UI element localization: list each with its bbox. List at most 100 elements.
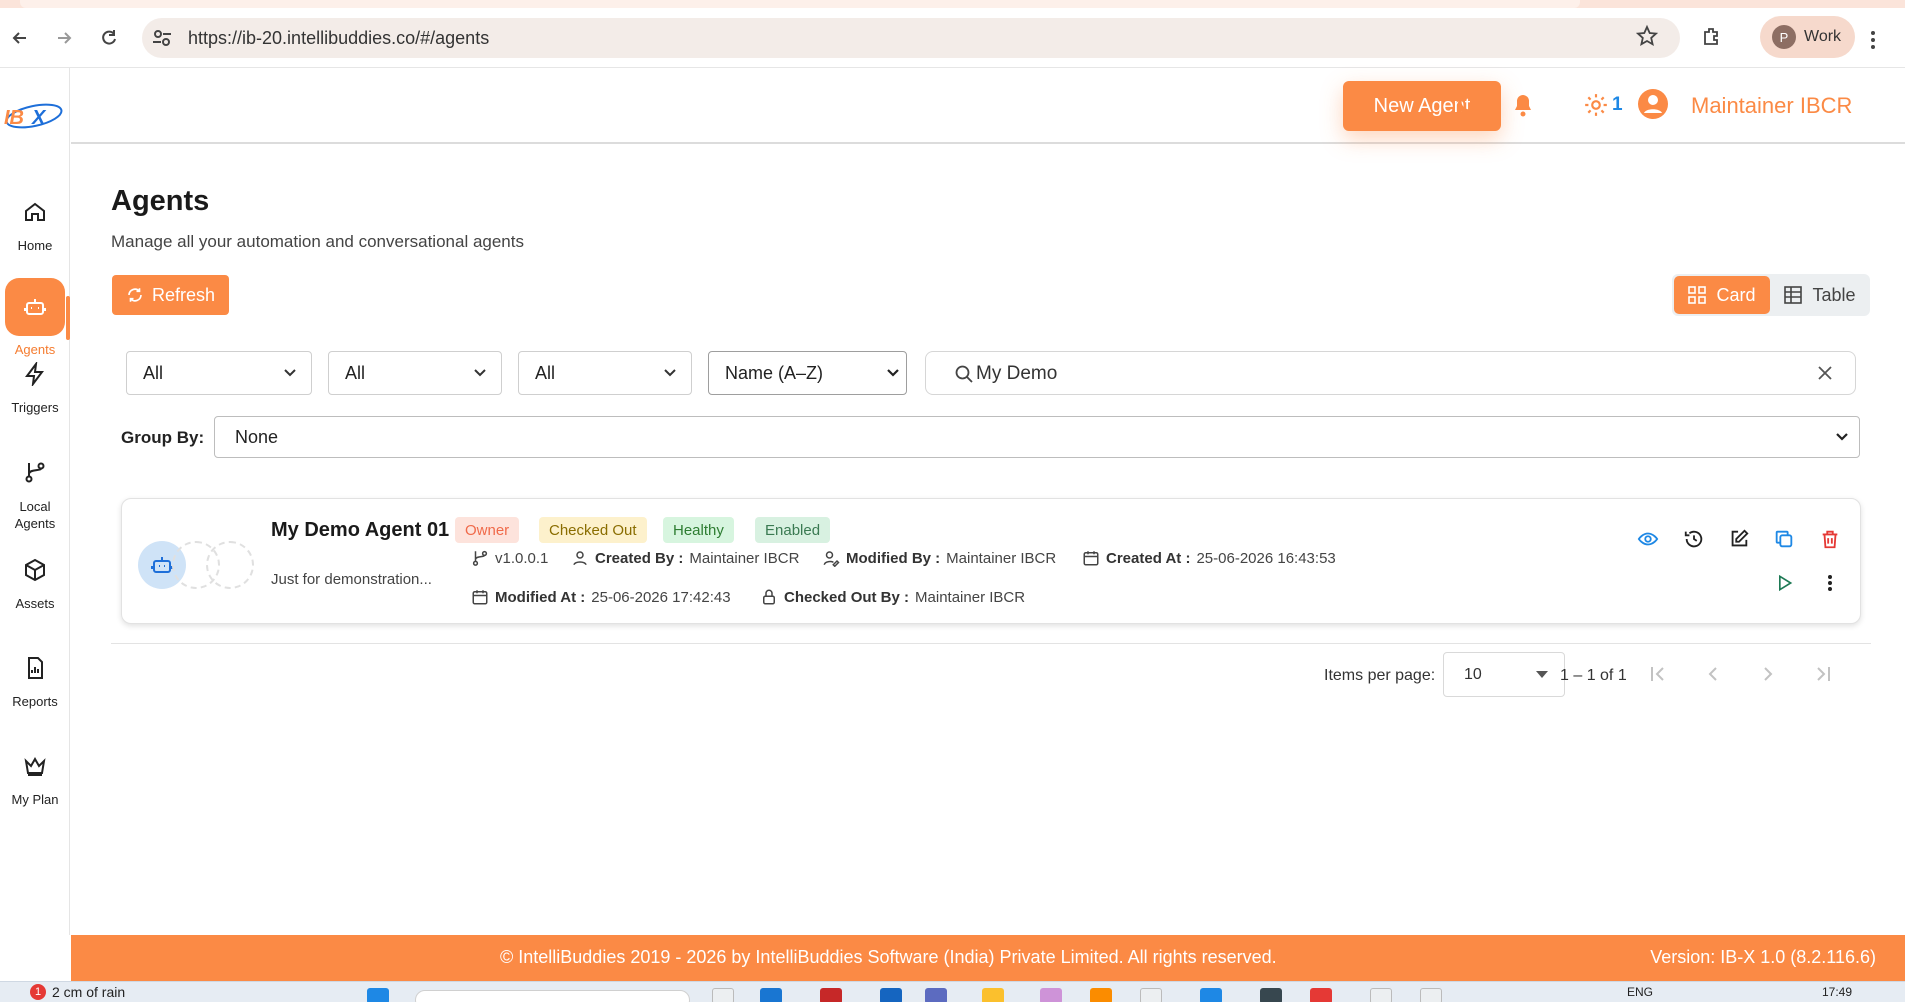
group-by-select[interactable]: None bbox=[214, 416, 1860, 458]
view-button[interactable] bbox=[1636, 527, 1660, 551]
previous-page-icon[interactable] bbox=[1703, 664, 1723, 684]
app-icon[interactable] bbox=[820, 988, 842, 1002]
more-vertical-icon bbox=[1828, 575, 1832, 591]
ibx-logo[interactable]: IB X bbox=[2, 96, 64, 136]
delete-button[interactable] bbox=[1818, 527, 1842, 551]
browser-menu-icon[interactable] bbox=[1870, 30, 1876, 50]
filter-select-3[interactable]: All bbox=[518, 351, 692, 395]
robot-icon bbox=[151, 557, 173, 573]
run-button[interactable] bbox=[1772, 571, 1796, 595]
os-taskbar: 1 2 cm of rain ENG 17:49 bbox=[0, 981, 1905, 1002]
app-icon[interactable] bbox=[1090, 988, 1112, 1002]
svg-text:IB: IB bbox=[4, 107, 24, 129]
card-view-label: Card bbox=[1716, 284, 1756, 305]
teams-icon[interactable] bbox=[925, 988, 947, 1002]
group-by-value: None bbox=[235, 426, 279, 447]
created-at-label: Created At : bbox=[1106, 549, 1191, 567]
vscode-icon[interactable] bbox=[1200, 988, 1222, 1002]
browser-toolbar: https://ib-20.intellibuddies.co/#/agents… bbox=[0, 8, 1905, 68]
play-icon bbox=[1779, 574, 1793, 592]
sidebar-item-my-plan[interactable]: My Plan bbox=[0, 746, 70, 807]
modified-at-value: 25-06-2026 17:42:43 bbox=[591, 588, 731, 606]
items-per-page-select[interactable]: 10 bbox=[1443, 652, 1565, 697]
notification-bell-icon[interactable] bbox=[1511, 92, 1535, 118]
sidebar-item-home[interactable]: Home bbox=[0, 192, 70, 253]
filter-select-1[interactable]: All bbox=[126, 351, 312, 395]
sort-select[interactable]: Name (A–Z) bbox=[708, 351, 907, 395]
next-page-icon[interactable] bbox=[1758, 664, 1778, 684]
app-icon[interactable] bbox=[1260, 988, 1282, 1002]
checked-out-by-value: Maintainer IBCR bbox=[915, 588, 1026, 606]
table-view-button[interactable]: Table bbox=[1772, 276, 1868, 314]
url-text[interactable]: https://ib-20.intellibuddies.co/#/agents bbox=[188, 28, 489, 49]
checked-out-by: Checked Out By : Maintainer IBCR bbox=[760, 588, 1025, 606]
app-icon[interactable] bbox=[1140, 988, 1162, 1002]
items-per-page-label: Items per page: bbox=[1324, 667, 1436, 684]
dark-mode-moon-icon[interactable] bbox=[1453, 92, 1479, 118]
app-icon[interactable] bbox=[1040, 988, 1062, 1002]
more-options-button[interactable] bbox=[1818, 571, 1842, 595]
sort-select-value: Name (A–Z) bbox=[725, 362, 824, 383]
language-indicator[interactable]: ENG bbox=[1627, 985, 1653, 999]
group-by-label: Group By: bbox=[121, 428, 205, 447]
chevron-down-icon bbox=[474, 369, 486, 377]
task-view-icon[interactable] bbox=[712, 988, 734, 1002]
owner-badge: Owner bbox=[455, 517, 520, 543]
app-icon[interactable] bbox=[760, 988, 782, 1002]
search-input-value[interactable]: My Demo bbox=[976, 363, 1057, 385]
modified-by: Modified By : Maintainer IBCR bbox=[822, 549, 1056, 567]
copy-icon bbox=[1775, 530, 1793, 548]
sidebar-item-assets[interactable]: Assets bbox=[0, 550, 70, 611]
sidebar-item-local-agents[interactable]: Local Agents bbox=[0, 452, 70, 532]
refresh-button[interactable]: Refresh bbox=[112, 275, 229, 315]
copy-button[interactable] bbox=[1772, 527, 1796, 551]
profile-button[interactable]: P Work bbox=[1760, 16, 1855, 58]
back-button[interactable] bbox=[4, 22, 36, 54]
last-page-icon[interactable] bbox=[1813, 664, 1833, 684]
filter-select-2[interactable]: All bbox=[328, 351, 502, 395]
taskbar-search[interactable] bbox=[415, 990, 690, 1002]
sidebar-item-reports[interactable]: Reports bbox=[0, 648, 70, 709]
sidebar-item-triggers[interactable]: Triggers bbox=[0, 354, 70, 415]
sidebar-item-label: Local Agents bbox=[14, 499, 56, 531]
weather-alert-badge: 1 bbox=[30, 984, 46, 1000]
user-name[interactable]: Maintainer IBCR bbox=[1691, 93, 1852, 119]
settings-gear-icon[interactable] bbox=[1583, 92, 1609, 118]
site-settings-icon[interactable] bbox=[150, 26, 174, 50]
outlook-icon[interactable] bbox=[880, 988, 902, 1002]
extensions-icon[interactable] bbox=[1700, 24, 1724, 48]
calendar-icon bbox=[1083, 551, 1099, 566]
trash-icon bbox=[1822, 530, 1838, 549]
windows-start-icon[interactable] bbox=[367, 988, 389, 1002]
app-icon[interactable] bbox=[1420, 988, 1442, 1002]
svg-text:X: X bbox=[31, 107, 47, 129]
bookmark-star-icon[interactable] bbox=[1635, 24, 1659, 48]
history-button[interactable] bbox=[1682, 527, 1706, 551]
weather-widget[interactable]: 1 2 cm of rain bbox=[30, 984, 125, 1000]
sidebar-item-agents[interactable]: Agents bbox=[0, 278, 70, 357]
app-icon[interactable] bbox=[1370, 988, 1392, 1002]
notification-count[interactable]: 1 bbox=[1612, 94, 1623, 116]
profile-label: Work bbox=[1804, 28, 1842, 45]
file-explorer-icon[interactable] bbox=[982, 988, 1004, 1002]
calendar-icon bbox=[472, 590, 488, 605]
clock[interactable]: 17:49 bbox=[1822, 985, 1852, 999]
close-icon[interactable] bbox=[1816, 364, 1834, 382]
user-avatar-icon[interactable] bbox=[1637, 88, 1669, 120]
created-by: Created By : Maintainer IBCR bbox=[571, 549, 799, 567]
card-view-button[interactable]: Card bbox=[1674, 276, 1770, 314]
agent-name[interactable]: My Demo Agent 01 bbox=[271, 519, 449, 542]
filter-select-2-value: All bbox=[345, 362, 366, 383]
forward-button[interactable] bbox=[48, 22, 80, 54]
edit-button[interactable] bbox=[1727, 527, 1751, 551]
modified-by-value: Maintainer IBCR bbox=[946, 549, 1057, 567]
agent-card[interactable]: My Demo Agent 01 Owner Checked Out Healt… bbox=[121, 498, 1861, 624]
checked-out-badge: Checked Out bbox=[539, 517, 647, 543]
chrome-icon[interactable] bbox=[1310, 988, 1332, 1002]
active-tab[interactable] bbox=[20, 0, 1580, 8]
reload-button[interactable] bbox=[93, 22, 125, 54]
caret-down-icon bbox=[1536, 670, 1548, 678]
sidebar-item-label: Assets bbox=[15, 596, 55, 611]
search-input[interactable]: My Demo bbox=[925, 351, 1856, 395]
first-page-icon[interactable] bbox=[1648, 664, 1668, 684]
